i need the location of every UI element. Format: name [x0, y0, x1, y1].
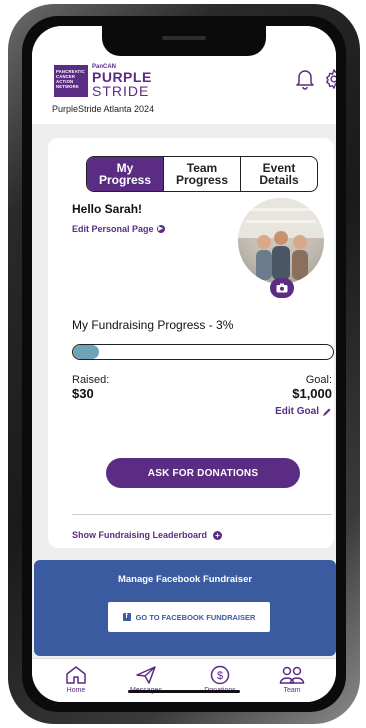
tab-bar: My Progress Team Progress Event Details	[86, 156, 318, 192]
home-indicator	[128, 690, 240, 693]
facebook-fundraiser-panel: Manage Facebook Fundraiser f GO TO FACEB…	[34, 560, 336, 656]
leaderboard-label: Show Fundraising Leaderboard	[72, 530, 208, 540]
bottom-nav: Home Messages $ Donations Team	[32, 658, 336, 702]
pencil-icon	[323, 408, 331, 416]
profile-photo[interactable]	[238, 198, 324, 284]
facebook-icon: f	[122, 613, 131, 621]
home-icon	[66, 666, 86, 684]
pancan-logo-box: PANCREATIC CANCER ACTION NETWORK	[54, 65, 88, 97]
go-to-facebook-label: GO TO FACEBOOK FUNDRAISER	[135, 612, 256, 622]
edit-goal-link[interactable]: Edit Goal	[275, 406, 332, 417]
edit-personal-page-link[interactable]: Edit Personal Page ▶	[72, 224, 165, 234]
divider	[72, 514, 332, 515]
show-leaderboard-link[interactable]: Show Fundraising Leaderboard +	[72, 530, 223, 540]
team-icon	[279, 666, 305, 684]
edit-goal-label: Edit Goal	[275, 406, 319, 417]
nav-home-label: Home	[66, 687, 86, 694]
send-icon	[136, 666, 156, 684]
raised-amount: $30	[72, 386, 94, 401]
ask-for-donations-button[interactable]: ASK FOR DONATIONS	[106, 458, 300, 488]
svg-text:$: $	[217, 670, 223, 682]
logo-wordmark: PanCAN PURPLE STRIDE	[92, 64, 152, 98]
raised-label: Raised:	[72, 374, 110, 386]
progress-card: My Progress Team Progress Event Details …	[48, 138, 334, 548]
goal-amount: $1,000	[292, 386, 332, 401]
purplestride-logo: PANCREATIC CANCER ACTION NETWORK PanCAN …	[54, 64, 152, 98]
fundraising-progress-title: My Fundraising Progress - 3%	[72, 318, 234, 332]
dollar-icon: $	[210, 665, 230, 685]
progress-bar-fill	[73, 345, 99, 359]
nav-home[interactable]: Home	[46, 665, 106, 694]
gear-icon[interactable]	[323, 68, 336, 90]
plus-circle-icon: +	[213, 530, 223, 540]
notch	[102, 26, 266, 56]
goal-label: Goal:	[305, 374, 332, 386]
edit-personal-page-label: Edit Personal Page	[72, 224, 154, 234]
nav-team-label: Team	[283, 687, 301, 694]
logo-purple-text: PURPLE	[92, 69, 152, 85]
greeting: Hello Sarah!	[72, 202, 143, 216]
event-name: PurpleStride Atlanta 2024	[52, 104, 155, 114]
tab-my-progress[interactable]: My Progress	[87, 157, 163, 191]
nav-team[interactable]: Team	[262, 665, 322, 694]
tab-event-details[interactable]: Event Details	[240, 157, 317, 191]
bell-icon[interactable]	[295, 68, 315, 90]
fundraising-progress-bar	[72, 344, 334, 360]
app-screen: PANCREATIC CANCER ACTION NETWORK PanCAN …	[32, 26, 336, 702]
arrow-circle-icon: ▶	[156, 225, 165, 233]
facebook-panel-title: Manage Facebook Fundraiser	[117, 574, 253, 585]
camera-icon[interactable]	[270, 278, 294, 298]
tab-team-progress[interactable]: Team Progress	[163, 157, 240, 191]
logo-stride-text: STRIDE	[92, 83, 150, 99]
speaker	[162, 36, 206, 40]
profile-photo-image	[238, 198, 324, 280]
go-to-facebook-button[interactable]: f GO TO FACEBOOK FUNDRAISER	[108, 602, 270, 632]
